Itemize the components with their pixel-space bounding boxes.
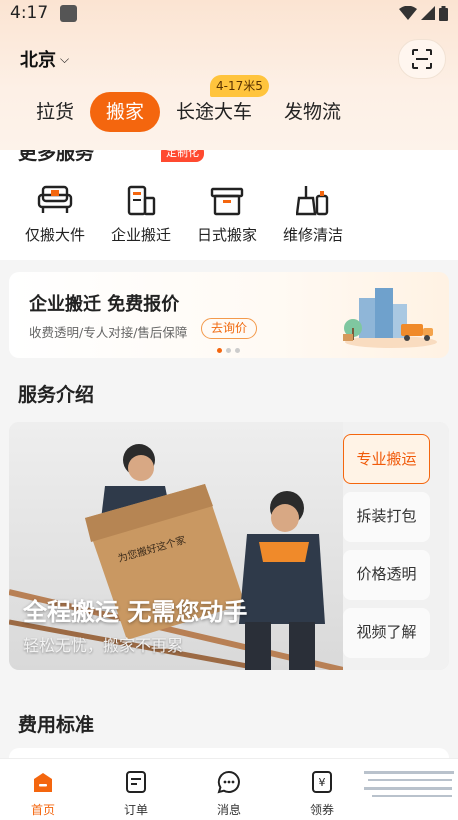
tab-logistics[interactable]: 发物流 [284, 92, 341, 132]
pagination-dot [235, 348, 240, 353]
banner-title: 企业搬迁 免费报价 [29, 294, 180, 315]
city-truck-illustration [343, 288, 437, 348]
nav-orders[interactable]: 订单 [101, 769, 171, 818]
coupon-icon: ¥ [312, 771, 332, 793]
service-japanese-moving[interactable]: 日式搬家 [182, 180, 272, 245]
service-label: 日式搬家 [196, 226, 257, 244]
scan-icon [412, 49, 432, 69]
intro-subline: 轻松无忧，搬家不再累 [23, 636, 184, 655]
service-enterprise[interactable]: 企业搬迁 [96, 180, 186, 245]
service-large-items[interactable]: 仅搬大件 [10, 180, 100, 245]
order-icon [126, 771, 146, 793]
decorative-pattern [364, 771, 454, 797]
nav-label: 消息 [216, 803, 241, 817]
service-label: 维修清洁 [282, 226, 343, 244]
svg-text:¥: ¥ [319, 776, 326, 789]
customized-badge: 定制化 [161, 150, 204, 162]
nav-label: 领券 [309, 803, 334, 817]
signal-icon [421, 6, 435, 20]
tab-long-haul[interactable]: 长途大车 [176, 92, 252, 132]
battery-icon [439, 5, 448, 21]
nav-coupons[interactable]: ¥ 领券 [287, 769, 357, 818]
pagination-dot [226, 348, 231, 353]
service-intro-title: 服务介绍 [18, 384, 95, 406]
enterprise-quote-banner[interactable]: 企业搬迁 免费报价 收费透明/专人对接/售后保障 去询价 [9, 272, 449, 358]
cleaning-icon [296, 186, 329, 216]
bottom-nav: 首页 订单 消息 ¥ 领券 [0, 758, 458, 820]
nav-label: 首页 [30, 803, 55, 817]
city-label: 北京 [20, 50, 56, 71]
main-content[interactable]: 更多服务 仅搬大件 企业搬迁 定制化 日式搬家 维修清洁 企业搬迁 免费报价 收… [0, 150, 458, 758]
home-icon [34, 773, 52, 792]
intro-option-professional[interactable]: 专业搬运 [343, 434, 430, 484]
banner-subtitle: 收费透明/专人对接/售后保障 [29, 325, 188, 340]
nav-home[interactable]: 首页 [8, 769, 78, 818]
city-selector[interactable]: 北京 ⌵ [20, 46, 69, 72]
message-icon [217, 770, 240, 794]
pagination-dot [217, 348, 222, 353]
tab-moving[interactable]: 搬家 [90, 92, 161, 132]
chevron-down-icon: ⌵ [60, 51, 70, 66]
notification-icon [60, 4, 78, 22]
truck-size-badge: 4-17米5 [210, 75, 269, 97]
nav-messages[interactable]: 消息 [194, 769, 264, 818]
status-bar: 4:17 [0, 0, 458, 26]
intro-headline: 全程搬运 无需您动手 [23, 598, 248, 626]
nav-label: 订单 [123, 803, 148, 817]
service-repair-cleaning[interactable]: 维修清洁 [268, 180, 358, 245]
more-services-title: 更多服务 [18, 150, 95, 164]
service-label: 仅搬大件 [24, 226, 85, 244]
banner-pagination [217, 348, 240, 353]
intro-option-pricing[interactable]: 价格透明 [343, 550, 430, 600]
intro-option-video[interactable]: 视频了解 [343, 608, 430, 658]
scan-button[interactable] [398, 39, 446, 79]
inquire-button[interactable]: 去询价 [201, 318, 258, 339]
sofa-icon [37, 185, 73, 213]
building-icon [127, 185, 156, 216]
wifi-icon [399, 6, 417, 20]
box-icon [210, 187, 244, 216]
tab-freight[interactable]: 拉货 [36, 92, 74, 132]
more-services-card: 更多服务 仅搬大件 企业搬迁 定制化 日式搬家 维修清洁 [0, 150, 458, 260]
status-time: 4:17 [10, 3, 49, 23]
service-label: 企业搬迁 [110, 226, 171, 244]
fee-standard-card [9, 748, 449, 758]
intro-option-packing[interactable]: 拆装打包 [343, 492, 430, 542]
fee-standard-title: 费用标准 [18, 714, 95, 736]
